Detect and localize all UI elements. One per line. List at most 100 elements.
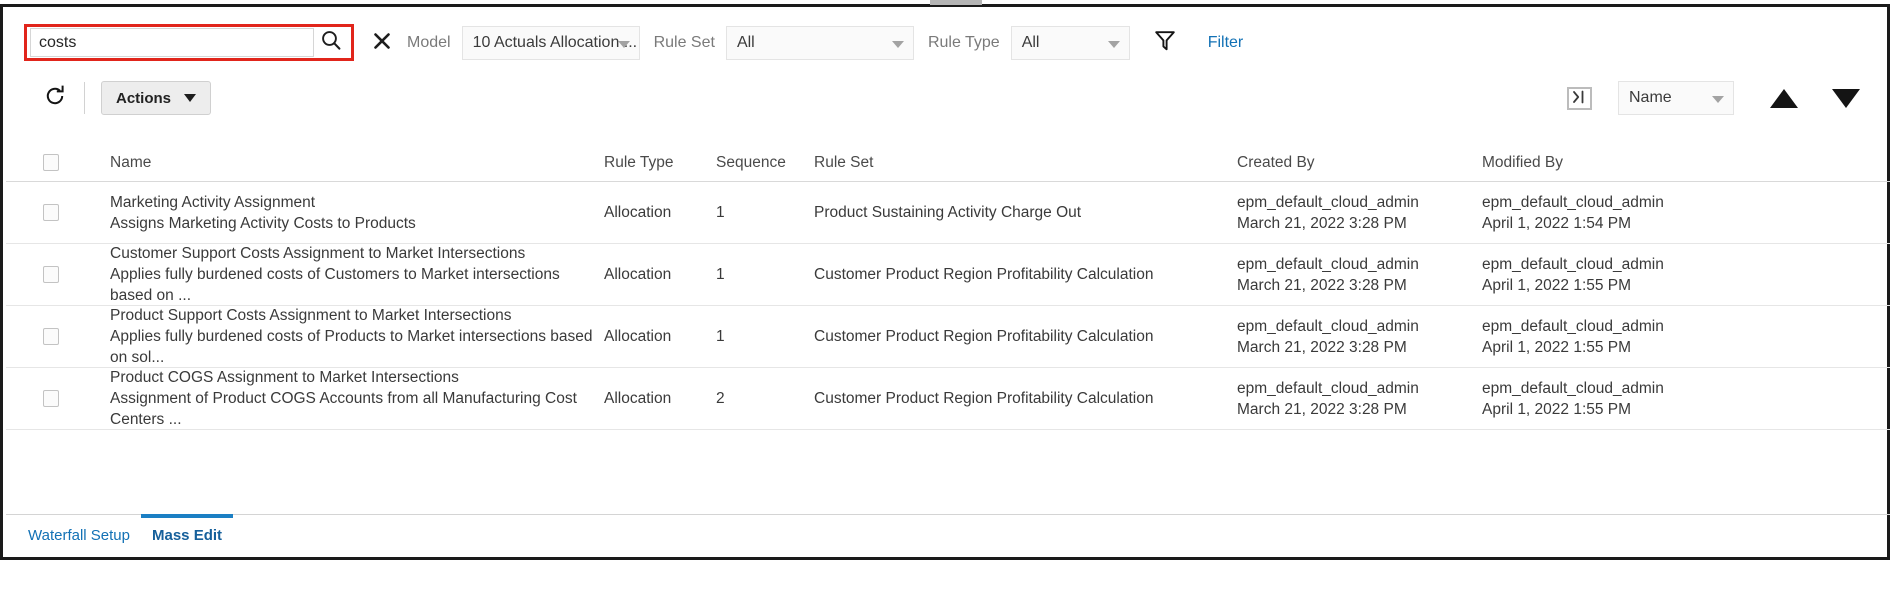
tab-label: Waterfall Setup [28,526,130,544]
actions-button-label: Actions [116,89,172,107]
created-on-date: March 21, 2022 3:28 PM [1237,276,1407,294]
select-all-checkbox[interactable] [43,154,59,171]
rule-description: Applies fully burdened costs of Customer… [110,266,560,304]
column-header-rule-type[interactable]: Rule Type [604,154,716,172]
cell-created-by: epm_default_cloud_admin March 21, 2022 3… [1237,254,1482,296]
row-checkbox[interactable] [43,390,59,407]
cell-name: Product COGS Assignment to Market Inters… [59,367,604,430]
modified-by-user: epm_default_cloud_admin [1482,193,1664,211]
sort-field-select[interactable]: Name [1618,81,1734,115]
modified-on-date: April 1, 2022 1:55 PM [1482,400,1632,418]
search-highlight-box: costs [24,24,354,61]
cell-rule-set: Customer Product Region Profitability Ca… [814,327,1154,345]
rule-name: Marketing Activity Assignment [110,193,316,211]
close-icon [372,31,392,55]
modified-by-user: epm_default_cloud_admin [1482,255,1664,273]
cell-sequence: 1 [716,327,725,345]
chevron-down-icon [1712,96,1724,103]
cell-sequence: 1 [716,265,725,283]
column-header-modified-by[interactable]: Modified By [1482,154,1732,172]
rule-set-label: Rule Set [653,33,715,51]
filter-link[interactable]: Filter [1208,34,1244,52]
table-row[interactable]: Product Support Costs Assignment to Mark… [6,306,1890,368]
cell-rule-set: Product Sustaining Activity Charge Out [814,203,1082,221]
model-select-value: 10 Actuals Allocation ... [472,33,638,51]
toolbar-divider [84,82,85,114]
refresh-button[interactable] [42,85,68,111]
cell-created-by: epm_default_cloud_admin March 21, 2022 3… [1237,316,1482,358]
created-on-date: March 21, 2022 3:28 PM [1237,214,1407,232]
cell-modified-by: epm_default_cloud_admin April 1, 2022 1:… [1482,316,1732,358]
cell-rule-type: Allocation [604,327,672,345]
created-by-user: epm_default_cloud_admin [1237,255,1419,273]
modified-on-date: April 1, 2022 1:55 PM [1482,276,1632,294]
cell-modified-by: epm_default_cloud_admin April 1, 2022 1:… [1482,378,1732,420]
rule-type-select-value: All [1021,33,1040,51]
sort-descending-button[interactable] [1832,88,1860,108]
rule-type-label: Rule Type [927,33,1000,51]
column-header-created-by[interactable]: Created By [1237,154,1482,172]
cell-sequence: 1 [716,203,725,221]
rule-name: Product COGS Assignment to Market Inters… [110,369,459,386]
rule-name: Product Support Costs Assignment to Mark… [110,307,512,324]
cell-modified-by: epm_default_cloud_admin April 1, 2022 1:… [1482,192,1732,234]
tab-mass-edit[interactable]: Mass Edit [141,514,234,555]
search-input[interactable]: costs [30,28,314,57]
created-by-user: epm_default_cloud_admin [1237,379,1419,397]
row-checkbox[interactable] [43,266,59,283]
cell-rule-set: Customer Product Region Profitability Ca… [814,265,1154,283]
search-input-value: costs [39,33,77,51]
column-header-name[interactable]: Name [59,154,604,172]
rule-description: Applies fully burdened costs of Products… [110,328,593,366]
modified-by-user: epm_default_cloud_admin [1482,379,1664,397]
expand-panel-icon [1571,89,1589,108]
cell-rule-type: Allocation [604,203,672,221]
tab-waterfall-setup[interactable]: Waterfall Setup [17,515,141,555]
cell-rule-type: Allocation [604,389,672,407]
created-on-date: March 21, 2022 3:28 PM [1237,338,1407,356]
clear-search-button[interactable] [371,32,393,54]
rule-set-select-value: All [736,33,755,51]
created-by-user: epm_default_cloud_admin [1237,317,1419,335]
column-header-sequence[interactable]: Sequence [716,154,814,172]
row-checkbox[interactable] [43,204,59,221]
actions-button[interactable]: Actions [101,81,212,115]
filter-funnel-button[interactable] [1152,30,1178,56]
table-row[interactable]: Customer Support Costs Assignment to Mar… [6,244,1890,306]
column-header-rule-set[interactable]: Rule Set [814,154,1237,172]
sort-ascending-button[interactable] [1770,88,1798,108]
horizontal-scrollbar-thumb[interactable] [930,0,982,5]
modified-on-date: April 1, 2022 1:54 PM [1482,214,1632,232]
sort-field-value: Name [1629,89,1672,106]
chevron-down-icon [617,40,630,48]
bottom-tab-bar: Waterfall Setup Mass Edit [6,514,1890,554]
page-frame: costs Model 10 Actuals Allocation ... Ru… [0,4,1890,560]
table-row[interactable]: Marketing Activity Assignment Assigns Ma… [6,182,1890,244]
search-button[interactable] [314,27,348,58]
tab-label: Mass Edit [152,526,223,544]
search-toolbar: costs Model 10 Actuals Allocation ... Ru… [6,14,1890,71]
table-row[interactable]: Product COGS Assignment to Market Inters… [6,368,1890,430]
modified-by-user: epm_default_cloud_admin [1482,317,1664,335]
created-on-date: March 21, 2022 3:28 PM [1237,400,1407,418]
cell-rule-type: Allocation [604,265,672,283]
expand-panel-button[interactable] [1567,86,1592,110]
created-by-user: epm_default_cloud_admin [1237,193,1419,211]
app-window: costs Model 10 Actuals Allocation ... Ru… [0,0,1890,590]
action-toolbar: Actions Name [6,71,1890,125]
modified-on-date: April 1, 2022 1:55 PM [1482,338,1632,356]
chevron-down-icon [891,40,904,48]
cell-modified-by: epm_default_cloud_admin April 1, 2022 1:… [1482,254,1732,296]
rule-type-select[interactable]: All [1010,25,1130,60]
rule-set-select[interactable]: All [725,25,914,60]
model-label: Model [407,33,451,51]
cell-name: Marketing Activity Assignment Assigns Ma… [59,192,604,234]
rule-description: Assigns Marketing Activity Costs to Prod… [110,214,416,232]
row-checkbox[interactable] [43,328,59,345]
model-select[interactable]: 10 Actuals Allocation ... [461,25,640,60]
cell-rule-set: Customer Product Region Profitability Ca… [814,389,1154,407]
rules-table: Name Rule Type Sequence Rule Set Created… [6,144,1890,430]
cell-sequence: 2 [716,389,725,407]
cell-created-by: epm_default_cloud_admin March 21, 2022 3… [1237,192,1482,234]
rule-name: Customer Support Costs Assignment to Mar… [110,245,526,262]
